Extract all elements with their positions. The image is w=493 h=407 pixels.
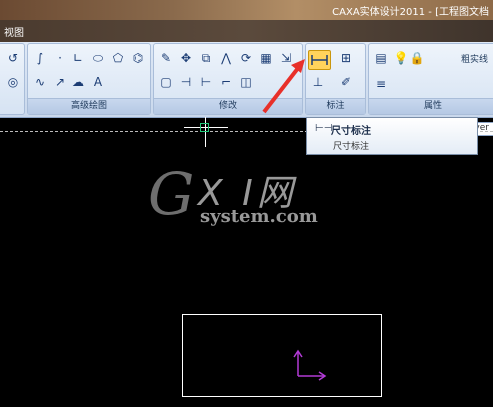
chamfer-icon[interactable]: ◫ [238, 74, 254, 90]
dimension-icon [311, 55, 328, 65]
rotate-icon[interactable]: ⟳ [238, 50, 254, 66]
tab-view[interactable]: 视图 [4, 24, 24, 39]
cursor-pick-box [200, 123, 209, 132]
polygon-icon[interactable]: ⬠ [110, 50, 126, 66]
ribbon-group-advanced-draw: ∫ · ∟ ⬭ ⬠ ⌬ ∿ ↗ ☁ A 高级绘图 [27, 43, 151, 115]
eraser-icon[interactable]: ✎ [158, 50, 174, 66]
edit-icon[interactable]: ✐ [338, 74, 354, 90]
tooltip: ⊢⊣ 尺寸标注 尺寸标注 [306, 117, 478, 155]
dimension-icon: ⊢⊣ [315, 123, 333, 134]
group-label-advanced-draw: 高级绘图 [28, 98, 150, 114]
watermark-sub: system.com [200, 206, 318, 227]
point-icon[interactable]: · [52, 50, 68, 66]
angle-icon[interactable]: ∟ [70, 50, 86, 66]
ribbon-tab-bar: 视图 [0, 20, 493, 42]
window-title: CAXA实体设计2011 - [工程图文档 [332, 7, 489, 18]
mirror-icon[interactable]: ⋀ [218, 50, 234, 66]
break-icon[interactable]: ⊢ [198, 74, 214, 90]
lock-icon[interactable]: 🔒 [409, 50, 425, 66]
title-bar: CAXA实体设计2011 - [工程图文档 [0, 0, 493, 20]
tooltip-title: 尺寸标注 [331, 126, 371, 137]
extend-icon[interactable]: ⊣ [178, 74, 194, 90]
lineweight-icon[interactable]: ≡ [373, 76, 389, 92]
watermark-g: G [148, 160, 195, 228]
text-style-icon[interactable]: ⊞ [338, 50, 354, 66]
undo-icon[interactable]: ↺ [5, 50, 21, 66]
copy-icon[interactable]: ⧉ [198, 50, 214, 66]
text-icon[interactable]: A [90, 74, 106, 90]
circle-icon[interactable]: ◎ [5, 74, 21, 90]
spline-icon[interactable]: ∫ [32, 50, 48, 66]
red-annotation-arrow [262, 59, 305, 114]
arrow-icon[interactable]: ↗ [52, 74, 68, 90]
ribbon-group-draw-partial: ↺ ◎ [0, 43, 25, 115]
cloud-icon[interactable]: ☁ [70, 74, 86, 90]
crosshair-vertical [205, 117, 206, 147]
ribbon: ↺ ◎ ∫ · ∟ ⬭ ⬠ ⌬ ∿ ↗ ☁ A 高级绘图 ✎ ✥ ⧉ ⋀ ⟳ ▦… [0, 42, 493, 136]
drawn-rectangle[interactable] [182, 314, 382, 397]
layer-icon[interactable]: ▤ [373, 50, 389, 66]
group-label-properties: 属性 [369, 98, 493, 114]
ellipse-icon[interactable]: ⬭ [90, 50, 106, 66]
move-icon[interactable]: ✥ [178, 50, 194, 66]
group-label-annotate: 标注 [306, 98, 365, 114]
fillet-icon[interactable]: ⌐ [218, 74, 234, 90]
dimension-button[interactable] [308, 50, 331, 70]
ribbon-group-properties: ▤ 💡 🔒 粗实线 ≡ 属性 [368, 43, 493, 115]
tooltip-description: 尺寸标注 [333, 142, 370, 152]
hatch-icon[interactable]: ⌬ [130, 50, 146, 66]
wave-icon[interactable]: ∿ [32, 74, 48, 90]
lightbulb-icon[interactable]: 💡 [393, 50, 409, 66]
coordinate-icon[interactable]: ⊥ [310, 74, 326, 90]
trim-icon[interactable]: ▢ [158, 74, 174, 90]
ucs-icon [293, 349, 327, 381]
line-current: 粗实线 [461, 55, 489, 65]
